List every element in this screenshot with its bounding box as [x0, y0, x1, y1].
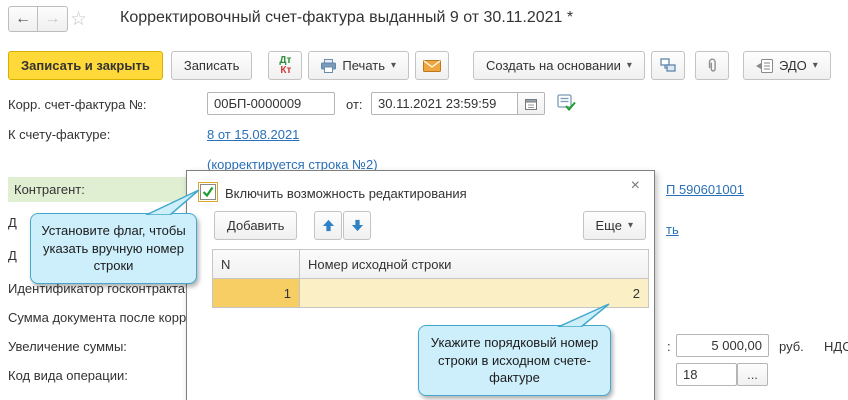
forward-arrow-icon: →	[44, 10, 61, 27]
print-label: Печать	[342, 58, 385, 73]
calendar-button[interactable]	[517, 93, 544, 114]
move-row-down-button[interactable]	[343, 211, 371, 240]
document-structure-icon	[660, 58, 676, 72]
operation-code-label: Код вида операции:	[8, 368, 128, 383]
checkmark-icon	[202, 186, 214, 198]
checkbox-hint-text: Установите флаг, чтобы указать вручную н…	[41, 223, 186, 274]
chevron-down-icon: ▾	[626, 60, 632, 71]
sum-after-correction-label: Сумма документа после корр	[8, 310, 186, 325]
operation-code-select-button[interactable]: ...	[737, 363, 768, 386]
move-row-up-button[interactable]	[314, 211, 342, 240]
more-actions-button[interactable]: Еще ▾	[582, 211, 646, 240]
tooltip-pointer	[557, 303, 610, 327]
covered-label-fragment-2: Д	[8, 248, 17, 263]
document-check-icon[interactable]	[557, 94, 576, 114]
close-icon[interactable]: ×	[631, 177, 640, 195]
sum-input[interactable]: 5 000,00	[676, 334, 769, 357]
save-button[interactable]: Записать	[170, 51, 253, 80]
arrow-down-icon	[351, 219, 363, 232]
chevron-down-icon: ▾	[391, 60, 397, 71]
forward-button[interactable]: →	[38, 6, 68, 32]
line-number-hint-text: Укажите порядковый номер строки в исходн…	[430, 335, 599, 386]
favorite-star-icon[interactable]: ☆	[70, 8, 87, 31]
corr-invoice-number-input[interactable]: 00БП-0000009	[207, 92, 335, 115]
related-documents-button[interactable]	[650, 51, 685, 80]
line-numbers-table: N Номер исходной строки 1 2	[212, 249, 649, 308]
cell-row-number[interactable]: 1	[213, 279, 300, 307]
corrective-invoice-window: ← → ☆ Корректировочный счет-фактура выда…	[0, 0, 848, 400]
to-invoice-label: К счету-фактуре:	[8, 127, 111, 142]
column-header-line-number[interactable]: Номер исходной строки	[300, 250, 648, 278]
chevron-down-icon: ▾	[812, 60, 818, 71]
enable-editing-checkbox[interactable]	[198, 182, 218, 202]
calendar-icon	[525, 98, 537, 110]
contragent-label: Контрагент:	[14, 182, 85, 197]
nav-history-group: ← →	[8, 6, 68, 32]
edo-exchange-icon	[755, 58, 773, 73]
arrow-up-icon	[322, 219, 334, 232]
toolbar: Записать и закрыть Записать Дт Кт Печать …	[8, 51, 831, 80]
corr-invoice-number-label: Корр. счет-фактура №:	[8, 97, 147, 112]
nds-label: НДС	[824, 339, 848, 354]
edo-label: ЭДО	[778, 58, 807, 73]
change-link-fragment[interactable]: ть	[666, 222, 679, 237]
send-email-button[interactable]	[415, 51, 450, 80]
back-button[interactable]: ←	[8, 6, 38, 32]
add-row-button[interactable]: Добавить	[214, 211, 298, 240]
operation-code-input[interactable]: 18	[676, 363, 737, 386]
paperclip-icon	[708, 58, 716, 72]
sum-increase-label: Увеличение суммы:	[8, 339, 127, 354]
create-based-on-button[interactable]: Создать на основании ▾	[473, 51, 645, 80]
print-button[interactable]: Печать ▾	[308, 51, 410, 80]
envelope-icon	[423, 59, 442, 72]
dt-kt-icon: Дт Кт	[279, 54, 292, 76]
save-and-close-button[interactable]: Записать и закрыть	[8, 51, 163, 80]
create-based-on-label: Создать на основании	[486, 58, 621, 73]
table-header-row: N Номер исходной строки	[213, 250, 648, 279]
back-arrow-icon: ←	[15, 10, 31, 27]
checkbox-hint-tooltip: Установите флаг, чтобы указать вручную н…	[30, 189, 200, 284]
contragent-inn-kpp-link[interactable]: П 590601001	[666, 182, 744, 197]
date-input[interactable]: 30.11.2021 23:59:59	[371, 92, 545, 115]
rub-label: руб.	[779, 339, 804, 354]
enable-editing-label: Включить возможность редактирования	[225, 186, 467, 201]
attachments-button[interactable]	[694, 51, 729, 80]
dt-kt-postings-button[interactable]: Дт Кт	[268, 51, 303, 80]
more-label: Еще	[595, 218, 622, 233]
chevron-down-icon: ▾	[627, 220, 633, 231]
date-value: 30.11.2021 23:59:59	[378, 96, 497, 111]
page-title: Корректировочный счет-фактура выданный 9…	[120, 9, 574, 26]
covered-label-fragment-1: Д	[8, 215, 17, 230]
edo-button[interactable]: ЭДО ▾	[742, 51, 831, 80]
line-number-hint-tooltip: Укажите порядковый номер строки в исходн…	[418, 303, 611, 396]
covered-colon-fragment: :	[667, 339, 671, 354]
date-from-label: от:	[346, 97, 363, 112]
to-invoice-link[interactable]: 8 от 15.08.2021	[207, 127, 299, 142]
tooltip-pointer	[145, 189, 200, 215]
printer-icon	[321, 58, 337, 73]
column-header-n[interactable]: N	[213, 250, 300, 278]
